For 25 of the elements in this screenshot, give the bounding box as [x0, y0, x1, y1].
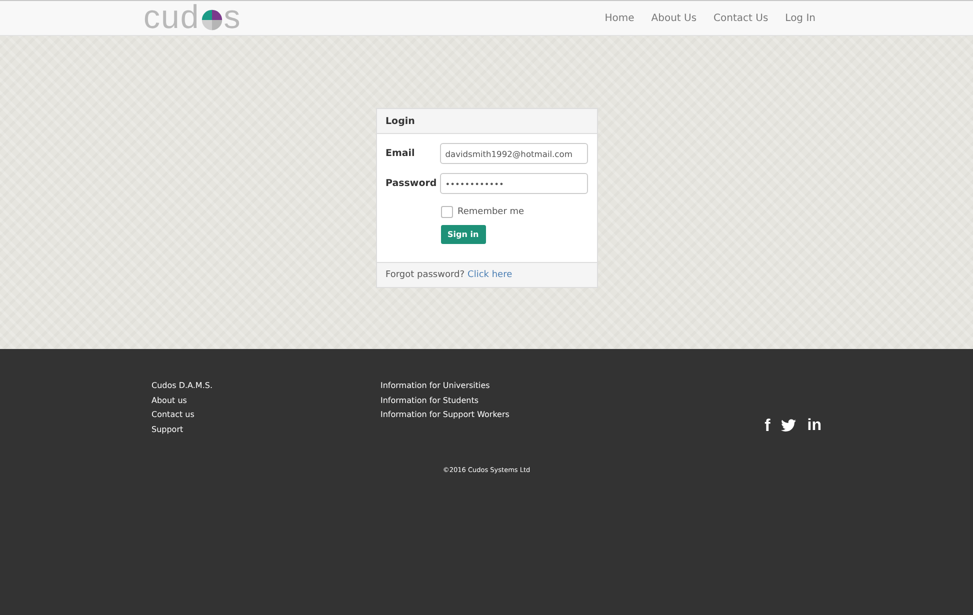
nav-link[interactable]: Contact Us	[704, 12, 776, 24]
password-field[interactable]: ••••••••••••	[440, 173, 588, 194]
footer-link[interactable]: Contact us	[152, 409, 380, 420]
footer-link[interactable]: Support	[152, 424, 380, 435]
email-label: Email	[386, 148, 416, 159]
remember-label: Remember me	[458, 207, 524, 217]
nav-link[interactable]: About Us	[642, 12, 705, 24]
footer-link[interactable]: Information for Support Workers	[380, 409, 610, 420]
globe-icon	[200, 9, 223, 31]
linkedin-icon[interactable]: in	[807, 418, 822, 432]
panel-title: Login	[386, 116, 415, 126]
nav-link[interactable]: Log In	[776, 12, 824, 24]
footer-link[interactable]: Cudos D.A.M.S.	[152, 380, 380, 392]
footer-link[interactable]: Information for Universities	[380, 380, 610, 392]
click-here-link[interactable]: Click here	[468, 270, 512, 280]
forgot-password-text: Forgot password?	[386, 270, 465, 280]
bird-icon[interactable]	[781, 419, 796, 432]
sign-in-button[interactable]: Sign in	[440, 225, 486, 244]
password-label: Password	[386, 178, 438, 189]
email-field[interactable]: davidsmith1992@hotmail.com	[440, 143, 588, 164]
nav-link[interactable]: Home	[596, 12, 642, 24]
facebook-icon[interactable]: f	[764, 418, 770, 432]
remember-checkbox[interactable]	[440, 206, 452, 218]
footer-link[interactable]: Information for Students	[380, 394, 610, 406]
footer-link[interactable]: About us	[152, 394, 380, 406]
